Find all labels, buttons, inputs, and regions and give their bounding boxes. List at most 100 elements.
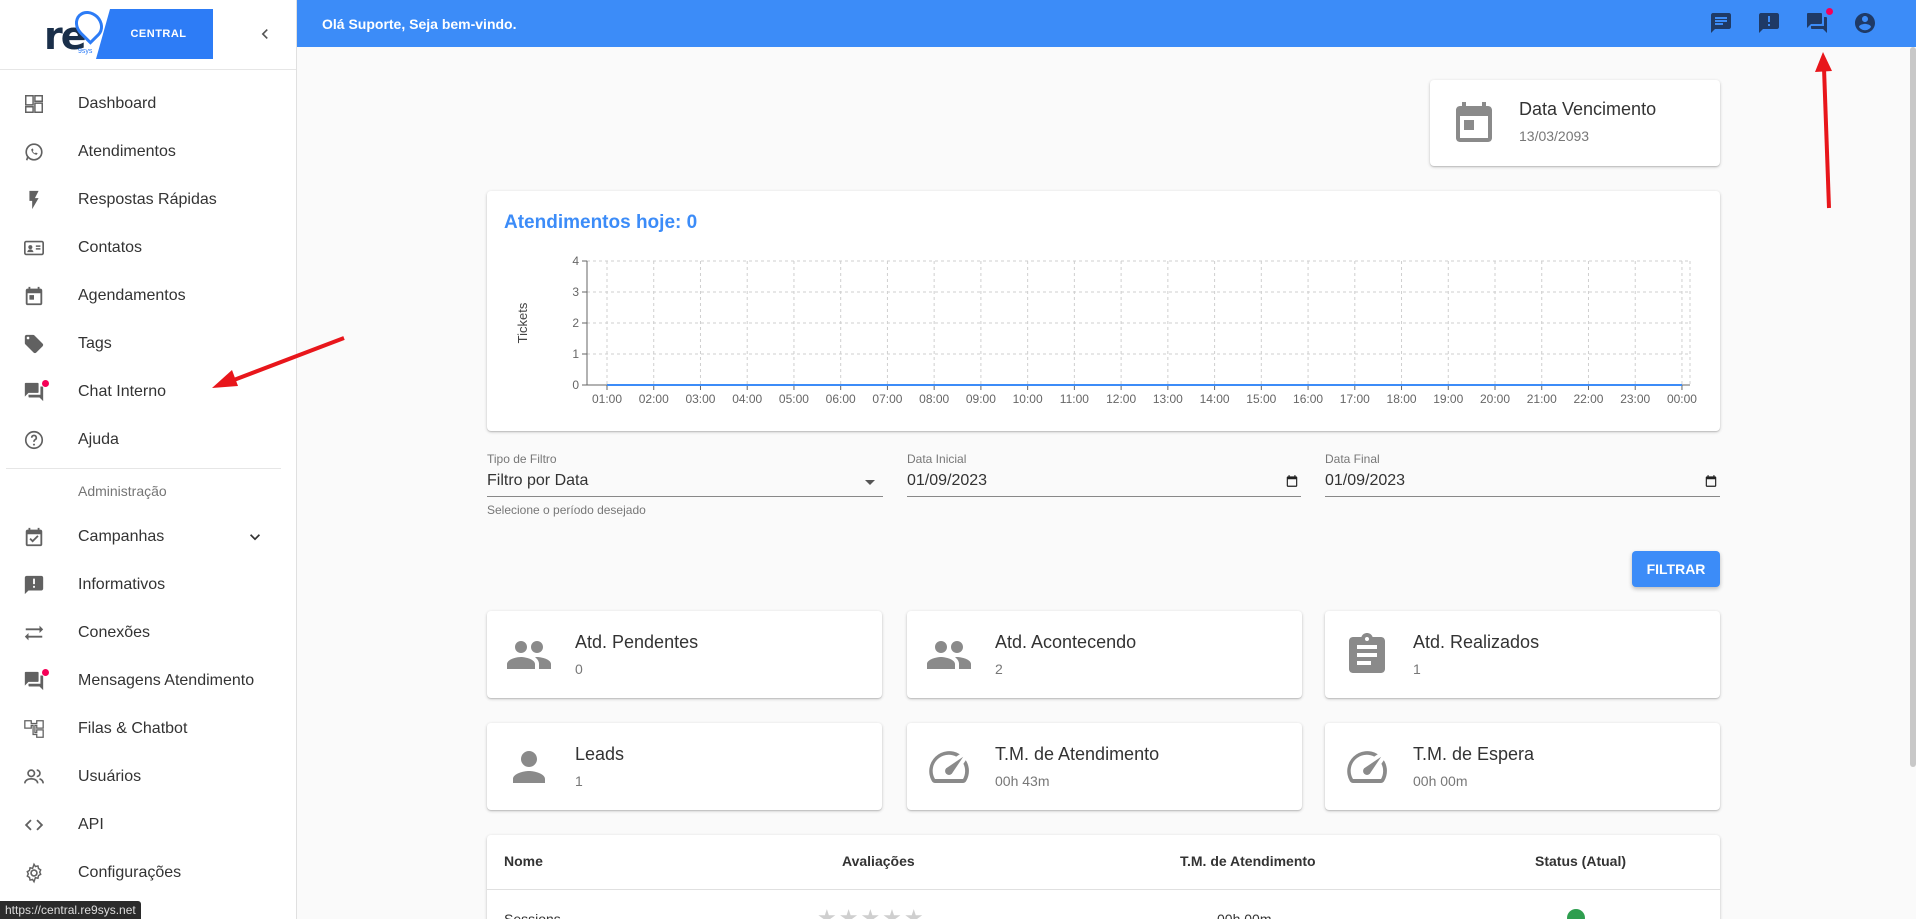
welcome-message: Olá Suporte, Seja bem-vindo. [322,15,517,32]
contact-card-icon [22,236,46,260]
x-tick-label: 06:00 [826,392,856,406]
vencimento-title: Data Vencimento [1519,99,1657,119]
sidebar-item-label: Tags [78,335,112,352]
forum-icon[interactable] [1709,11,1733,35]
announcement-icon[interactable] [1757,11,1781,35]
stat-value: 2 [995,661,1003,677]
end-date-value: 01/09/2023 [1325,472,1406,489]
stat-title: T.M. de Espera [1413,744,1535,764]
sidebar-item-label: Contatos [78,239,143,256]
logo-brand: CENTRAL [96,9,213,59]
sidebar-item-campanhas[interactable]: Campanhas [0,513,296,561]
dashboard-icon [22,92,46,116]
filter-type-value: Filtro por Data [487,472,589,489]
logo-area: re 9sys CENTRAL [0,0,296,70]
attendants-table: Nome Avaliações T.M. de Atendimento Stat… [487,835,1720,919]
sidebar-item-atendimentos[interactable]: Atendimentos [0,128,296,176]
stat-card-pendentes: Atd. Pendentes 0 [487,611,882,698]
sidebar-item-label: Usuários [78,768,142,785]
x-tick-label: 11:00 [1060,392,1089,406]
stat-title: Leads [575,744,625,764]
dropdown-arrow-icon [865,480,875,485]
sidebar-item-conexoes[interactable]: Conexões [0,609,296,657]
filter-start-date: Data Inicial 01/09/2023 [907,452,1301,522]
chat-icon[interactable] [1805,8,1833,35]
sidebar-item-configuracoes[interactable]: Configurações [0,849,296,897]
logo-sub: 9sys [78,48,93,55]
vencimento-date: 13/03/2093 [1519,128,1590,144]
x-tick-label: 01:00 [592,392,622,406]
assignment-icon [1343,631,1391,679]
sidebar-item-contatos[interactable]: Contatos [0,224,296,272]
x-tick-label: 14:00 [1200,392,1230,406]
sidebar-item-dashboard[interactable]: Dashboard [0,80,296,128]
chevron-down-icon[interactable] [245,527,265,547]
sidebar-item-filas-chatbot[interactable]: Filas & Chatbot [0,705,296,753]
sidebar-item-label: Dashboard [78,95,157,112]
sidebar-item-ajuda[interactable]: Ajuda [0,416,296,464]
filter-type-select[interactable]: Filtro por Data [487,472,883,497]
x-tick-label: 15:00 [1246,392,1276,406]
sidebar-item-label: Filas & Chatbot [78,720,188,737]
people-icon [505,631,553,679]
sidebar-item-mensagens-atendimento[interactable]: Mensagens Atendimento [0,657,296,705]
sidebar-item-label: Chat Interno [78,383,167,400]
start-date-label: Data Inicial [907,452,967,466]
sidebar: re 9sys CENTRAL Dashboard Atendimentos R… [0,0,297,919]
stat-value: 1 [575,773,583,789]
stat-card-leads: Leads 1 [487,723,882,810]
sidebar-item-agendamentos[interactable]: Agendamentos [0,272,296,320]
x-tick-label: 21:00 [1527,392,1557,406]
sidebar-item-usuarios[interactable]: Usuários [0,753,296,801]
x-tick-label: 07:00 [872,392,902,406]
notification-dot [42,380,49,387]
sidebar-item-tags[interactable]: Tags [0,320,296,368]
sidebar-item-informativos[interactable]: Informativos [0,561,296,609]
end-date-label: Data Final [1325,452,1380,466]
x-tick-label: 10:00 [1013,392,1043,406]
sidebar-item-respostas-rapidas[interactable]: Respostas Rápidas [0,176,296,224]
sidebar-item-chat-interno[interactable]: Chat Interno [0,368,296,416]
whatsapp-icon [22,140,46,164]
x-tick-label: 22:00 [1573,392,1603,406]
speed-icon [1343,743,1391,791]
end-date-input[interactable]: 01/09/2023 [1325,472,1720,497]
status-online-icon [1567,909,1585,919]
account-circle-icon[interactable] [1853,11,1877,35]
sync-alt-icon [22,621,46,645]
x-tick-label: 03:00 [685,392,715,406]
speed-icon [925,743,973,791]
table-cell-nome: Sessions [504,911,561,919]
y-tick-label: 2 [572,316,579,330]
stat-value: 00h 43m [995,773,1050,789]
topbar: Olá Suporte, Seja bem-vindo. [297,0,1916,47]
x-tick-label: 02:00 [639,392,669,406]
arrow-to-chat-icon [1815,52,1832,209]
tag-icon [22,332,46,356]
stat-card-tm-atendimento: T.M. de Atendimento 00h 43m [907,723,1302,810]
notification-dot [1826,8,1833,15]
table-divider [487,889,1720,890]
topbar-actions [1709,8,1877,35]
start-date-input[interactable]: 01/09/2023 [907,472,1301,497]
sidebar-item-label: Atendimentos [78,143,176,160]
settings-icon [22,861,46,885]
stat-card-tm-espera: T.M. de Espera 00h 00m [1325,723,1720,810]
collapse-sidebar-button[interactable] [255,24,275,44]
calendar-picker-icon[interactable] [1704,474,1718,488]
filtrar-button[interactable]: FILTRAR [1632,551,1720,587]
page-scrollbar[interactable] [1910,47,1916,767]
y-tick-label: 1 [572,347,579,361]
tickets-line-chart: 0 1 2 3 4 01:00 02:00 03:00 04:00 05:00 06:00 07:00… [515,254,1697,406]
sidebar-item-label: Conexões [78,624,151,641]
brand-label: CENTRAL [130,28,187,40]
table-header-avaliacoes: Avaliações [842,853,915,869]
flash-icon [22,188,46,212]
sidebar-item-api[interactable]: API [0,801,296,849]
stat-title: Atd. Pendentes [575,632,699,652]
calendar-icon [22,284,46,308]
calendar-picker-icon[interactable] [1285,474,1299,488]
sidebar-item-label: Mensagens Atendimento [78,672,255,689]
table-header-tm: T.M. de Atendimento [1180,853,1316,869]
stat-value: 1 [1413,661,1421,677]
